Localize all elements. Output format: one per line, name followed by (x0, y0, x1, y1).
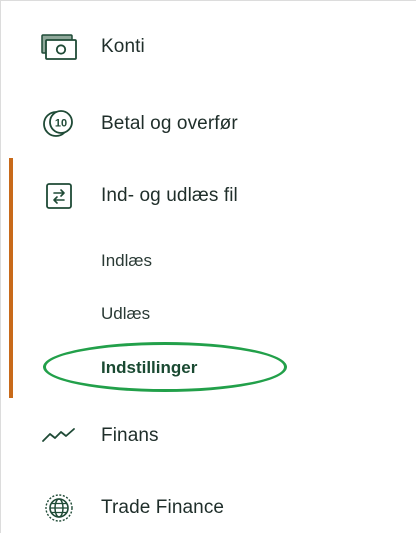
sidebar-nav: Konti 10 Betal og overfør Ind- og udlæs … (1, 1, 409, 533)
accounts-icon (39, 31, 79, 63)
sidebar-frame: Konti 10 Betal og overfør Ind- og udlæs … (0, 0, 416, 533)
nav-item-finans[interactable]: Finans (1, 411, 409, 461)
nav-item-konti[interactable]: Konti (1, 22, 409, 72)
nav-item-trade-finance[interactable]: Trade Finance (1, 483, 409, 533)
nav-item-betal-og-overfoer[interactable]: 10 Betal og overfør (1, 99, 409, 149)
nav-item-ind-og-udlaes-fil[interactable]: Ind- og udlæs fil (1, 171, 409, 221)
transfer-arrows-icon (39, 180, 79, 212)
coin-10-icon: 10 (39, 108, 79, 140)
subitem-udlaes[interactable]: Udlæs (101, 304, 150, 324)
active-indicator (9, 158, 13, 398)
nav-item-label: Finans (101, 425, 159, 446)
nav-item-label: Ind- og udlæs fil (101, 185, 238, 206)
trend-line-icon (39, 420, 79, 452)
svg-text:10: 10 (55, 118, 67, 130)
nav-item-label: Betal og overfør (101, 113, 238, 134)
nav-item-label: Trade Finance (101, 497, 225, 518)
globe-icon (39, 492, 79, 524)
subitem-indstillinger[interactable]: Indstillinger (101, 358, 197, 378)
nav-item-label: Konti (101, 36, 145, 57)
subitem-indlaes[interactable]: Indlæs (101, 251, 152, 271)
